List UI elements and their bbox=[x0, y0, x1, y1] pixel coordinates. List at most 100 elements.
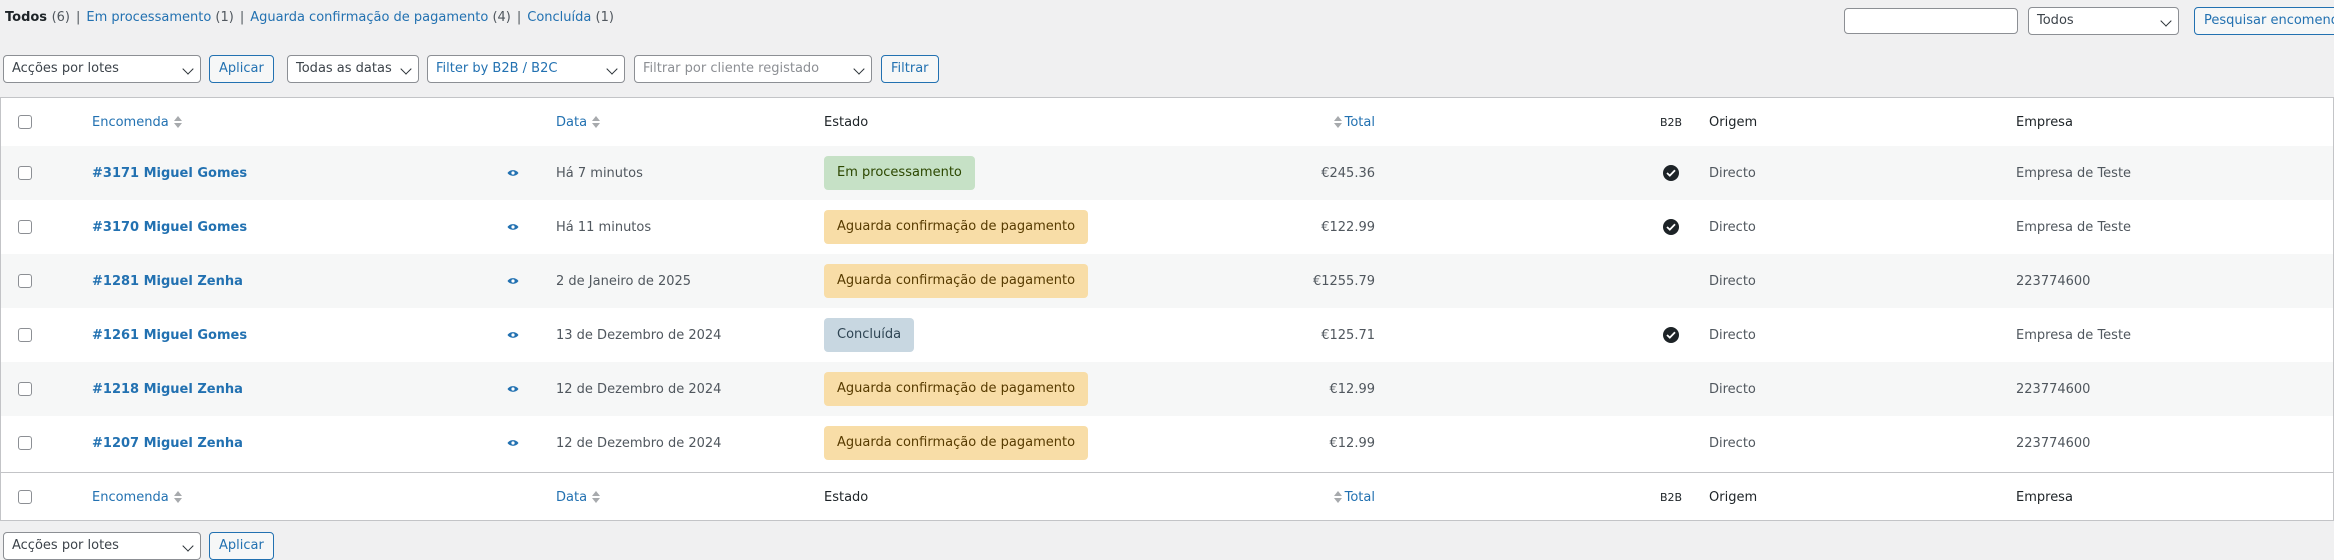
table-row[interactable]: #3171 Miguel Gomes Há 7 minutos Em process… bbox=[1, 146, 2333, 200]
eye-icon[interactable] bbox=[507, 439, 519, 447]
order-link[interactable]: #1207 Miguel Zenha bbox=[92, 436, 243, 451]
column-origin-label: Origem bbox=[1709, 489, 1758, 505]
column-date-sort[interactable]: Data bbox=[556, 115, 587, 130]
column-b2b-label: B2B bbox=[1659, 490, 1683, 504]
separator: | bbox=[76, 10, 81, 25]
order-total: €122.99 bbox=[1321, 219, 1375, 235]
apply-button-bottom[interactable]: Aplicar bbox=[209, 532, 274, 560]
table-footer: Encomenda Data Estado Total B2B Origem E… bbox=[1, 472, 2333, 521]
column-date-sort[interactable]: Data bbox=[556, 490, 587, 505]
column-total-label: Total bbox=[1344, 489, 1375, 505]
status-search-select[interactable]: Todos bbox=[2028, 7, 2179, 35]
row-checkbox[interactable] bbox=[18, 382, 32, 396]
column-order-sort[interactable]: Encomenda bbox=[92, 115, 169, 130]
column-status-label: Estado bbox=[824, 114, 869, 130]
row-checkbox[interactable] bbox=[18, 274, 32, 288]
order-date: 2 de Janeiro de 2025 bbox=[556, 273, 692, 289]
chevron-down-icon bbox=[606, 63, 618, 75]
orders-table: Encomenda Data Estado Total B2B Origem E… bbox=[0, 97, 2334, 521]
table-row[interactable]: #1261 Miguel Gomes 13 de Dezembro de 2024… bbox=[1, 308, 2333, 362]
order-link[interactable]: #3170 Miguel Gomes bbox=[92, 220, 247, 235]
column-date-label: Data bbox=[556, 114, 588, 130]
order-total: €125.71 bbox=[1321, 327, 1375, 343]
sort-arrows-icon bbox=[173, 491, 182, 503]
column-total-sort[interactable]: Total bbox=[1345, 115, 1375, 130]
status-filter-links: Todos (6) | Em processamento (1) | Aguarda c… bbox=[5, 10, 614, 25]
column-origin-label: Origem bbox=[1709, 114, 1758, 130]
order-link[interactable]: #1281 Miguel Zenha bbox=[92, 274, 243, 289]
b2b-filter-value: Filter by B2B / B2C bbox=[436, 61, 558, 76]
separator: | bbox=[239, 10, 245, 25]
filter-awaiting-count: (4) bbox=[492, 10, 511, 25]
chevron-down-icon bbox=[182, 540, 194, 552]
filter-awaiting-link[interactable]: Aguarda confirmação de pagamento (4) bbox=[250, 10, 511, 25]
order-total: €12.99 bbox=[1329, 435, 1376, 451]
order-origin: Directo bbox=[1709, 273, 1756, 289]
order-date: 12 de Dezembro de 2024 bbox=[556, 435, 722, 451]
customer-filter-select[interactable]: Filtrar por cliente registado bbox=[634, 55, 872, 83]
select-all-checkbox[interactable] bbox=[18, 115, 32, 129]
table-row[interactable]: #1281 Miguel Zenha 2 de Janeiro de 2025 Ag… bbox=[1, 254, 2333, 308]
row-checkbox[interactable] bbox=[18, 166, 32, 180]
row-checkbox[interactable] bbox=[18, 220, 32, 234]
chevron-down-icon bbox=[2160, 15, 2172, 27]
order-link[interactable]: #1261 Miguel Gomes bbox=[92, 328, 247, 343]
order-company: 223774600 bbox=[2016, 381, 2091, 397]
date-filter-select[interactable]: Todas as datas bbox=[287, 55, 419, 83]
search-input[interactable] bbox=[1844, 8, 2018, 34]
check-circle-icon bbox=[1663, 219, 1679, 235]
status-badge: Aguarda confirmação de pagamento bbox=[824, 264, 1089, 298]
filter-button[interactable]: Filtrar bbox=[881, 55, 939, 83]
order-company: 223774600 bbox=[2016, 435, 2091, 451]
column-b2b-label: B2B bbox=[1659, 115, 1683, 129]
table-row[interactable]: #3170 Miguel Gomes Há 11 minutos Aguarda c… bbox=[1, 200, 2333, 254]
column-company-label: Empresa bbox=[2016, 114, 2073, 130]
filter-processing-count: (1) bbox=[215, 10, 234, 25]
column-date-label: Data bbox=[556, 489, 588, 505]
table-header: Encomenda Data Estado Total B2B Origem E… bbox=[1, 98, 2333, 147]
filter-completed-link[interactable]: Concluída (1) bbox=[527, 10, 614, 25]
order-company: Empresa de Teste bbox=[2016, 165, 2132, 181]
order-date: Há 11 minutos bbox=[556, 219, 652, 235]
eye-icon[interactable] bbox=[507, 169, 519, 177]
sort-arrows-icon bbox=[592, 116, 601, 128]
column-order-sort[interactable]: Encomenda bbox=[92, 490, 169, 505]
order-total: €245.36 bbox=[1321, 165, 1375, 181]
status-badge: Aguarda confirmação de pagamento bbox=[824, 372, 1089, 406]
eye-icon[interactable] bbox=[507, 331, 519, 339]
filter-all-link[interactable]: Todos (6) bbox=[5, 10, 70, 25]
eye-icon[interactable] bbox=[507, 277, 519, 285]
status-badge: Concluída bbox=[824, 318, 915, 352]
order-link[interactable]: #1218 Miguel Zenha bbox=[92, 382, 243, 397]
chevron-down-icon bbox=[182, 63, 194, 75]
order-company: Empresa de Teste bbox=[2016, 327, 2132, 343]
filter-processing-link[interactable]: Em processamento (1) bbox=[86, 10, 233, 25]
column-status-label: Estado bbox=[824, 489, 869, 505]
order-link[interactable]: #3171 Miguel Gomes bbox=[92, 166, 247, 181]
bulk-actions-value: Acções por lotes bbox=[12, 61, 119, 76]
column-total-label: Total bbox=[1344, 114, 1375, 130]
b2b-filter-select[interactable]: Filter by B2B / B2C bbox=[427, 55, 625, 83]
row-checkbox[interactable] bbox=[18, 328, 32, 342]
table-row[interactable]: #1218 Miguel Zenha 12 de Dezembro de 2024… bbox=[1, 362, 2333, 416]
eye-icon[interactable] bbox=[507, 223, 519, 231]
filter-all-count: (6) bbox=[51, 10, 70, 25]
order-company: Empresa de Teste bbox=[2016, 219, 2132, 235]
eye-icon[interactable] bbox=[507, 385, 519, 393]
column-total-sort[interactable]: Total bbox=[1345, 490, 1375, 505]
order-total: €12.99 bbox=[1329, 381, 1376, 397]
order-date: Há 7 minutos bbox=[556, 165, 643, 181]
bulk-actions-select[interactable]: Acções por lotes bbox=[3, 55, 201, 83]
table-row[interactable]: #1207 Miguel Zenha 12 de Dezembro de 2024… bbox=[1, 416, 2333, 470]
search-orders-button[interactable]: Pesquisar encomendas bbox=[2194, 7, 2334, 35]
filter-awaiting-label: Aguarda confirmação de pagamento bbox=[250, 10, 489, 25]
bulk-actions-value: Acções por lotes bbox=[12, 538, 119, 553]
chevron-down-icon bbox=[400, 63, 412, 75]
select-all-checkbox-footer[interactable] bbox=[18, 490, 32, 504]
bulk-actions-select-bottom[interactable]: Acções por lotes bbox=[3, 532, 201, 560]
order-company: 223774600 bbox=[2016, 273, 2091, 289]
row-checkbox[interactable] bbox=[18, 436, 32, 450]
column-order-label: Encomenda bbox=[92, 114, 169, 130]
order-origin: Directo bbox=[1709, 165, 1756, 181]
apply-button[interactable]: Aplicar bbox=[209, 55, 274, 83]
